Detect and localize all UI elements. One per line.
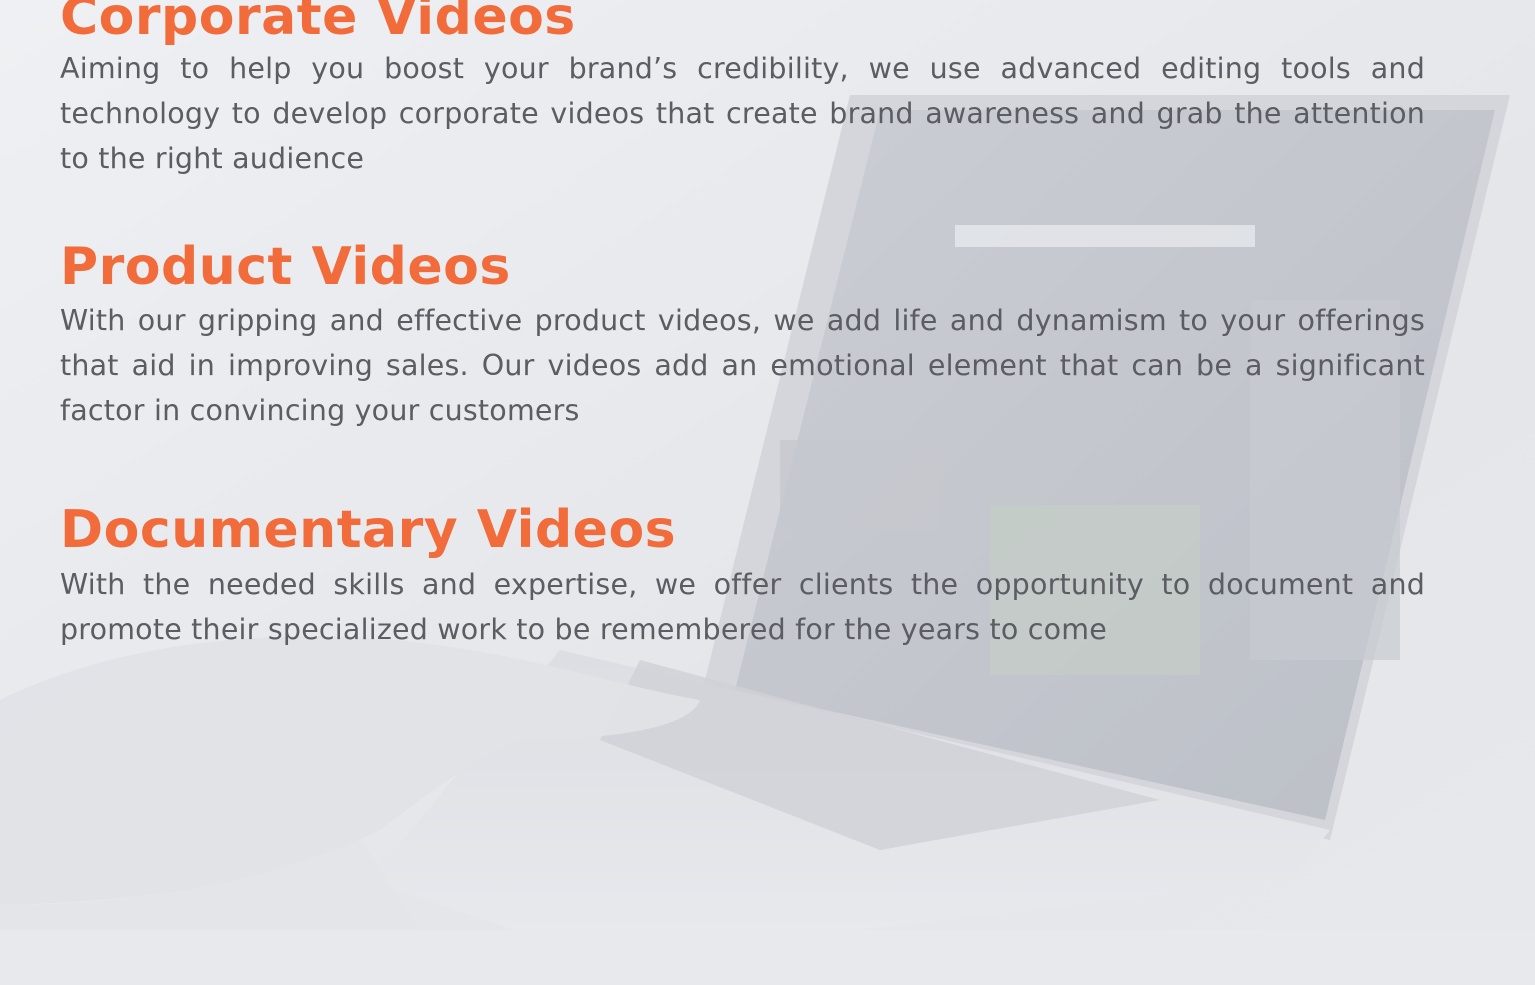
section-title-documentary-videos: Documentary Videos [60,500,677,560]
section-title-corporate-videos: Corporate Videos [60,0,576,47]
services-content: Corporate Videos Aiming to help you boos… [0,0,1535,985]
section-body-corporate-videos: Aiming to help you boost your brand’s cr… [60,52,1425,175]
section-body-product-videos: With our gripping and effective product … [60,304,1425,427]
section-title-product-videos: Product Videos [60,237,511,297]
section-body-documentary-videos: With the needed skills and expertise, we… [60,568,1425,646]
